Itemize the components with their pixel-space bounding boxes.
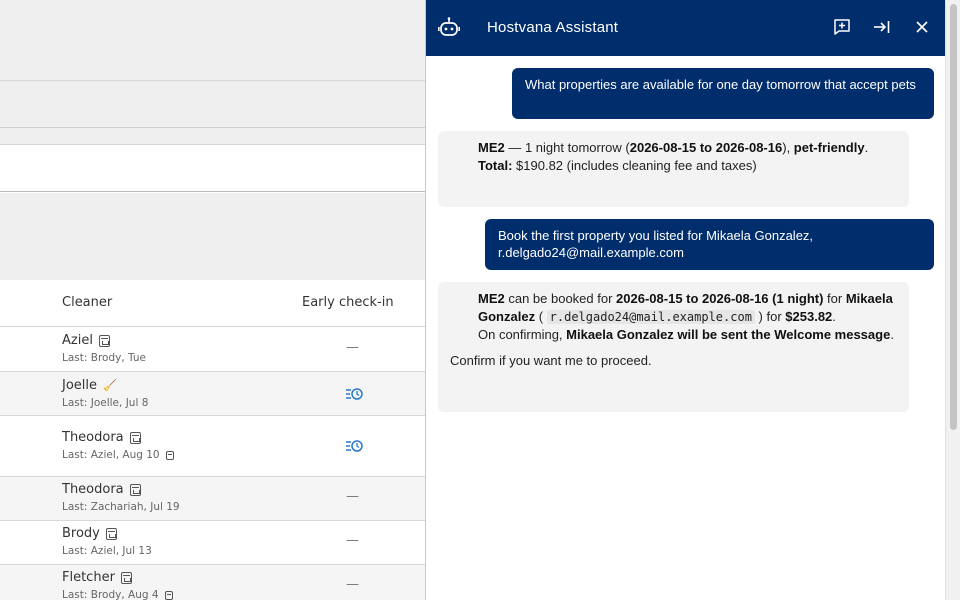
calendar-icon[interactable]	[129, 431, 141, 444]
cleaner-cell: Theodora	[62, 430, 141, 445]
cleaner-cell: Fletcher	[62, 570, 132, 585]
calendar-small-icon	[164, 590, 173, 600]
assistant-title: Hostvana Assistant	[487, 19, 619, 36]
text: can be booked for	[504, 291, 617, 306]
cleaner-cell: Joelle 🧹	[62, 378, 117, 393]
cleaner-cell: Theodora	[62, 482, 141, 497]
cleaner-name: Theodora	[62, 430, 124, 445]
panel-scrollbar[interactable]	[945, 0, 960, 600]
last-clean: Last: Joelle, Jul 8	[62, 397, 148, 409]
table-row[interactable]: Fletcher Last: Brody, Aug 4 —	[0, 565, 430, 600]
close-icon[interactable]	[913, 18, 931, 36]
last-clean: Last: Brody, Tue	[62, 352, 146, 364]
top-bar	[0, 0, 430, 81]
assistant-header: Hostvana Assistant	[426, 0, 945, 56]
cleaning-table: Cleaner Early check-in Aziel Last: Brody…	[0, 280, 430, 600]
text: .	[832, 309, 836, 324]
text: ) for	[754, 309, 786, 324]
early-checkin-value: —	[346, 489, 359, 504]
robot-icon	[438, 17, 460, 36]
filter-band	[0, 193, 430, 280]
toolbar-band	[0, 81, 430, 128]
guest-email: r.delgado24@mail.example.com	[546, 310, 755, 324]
calendar-small-icon	[165, 450, 174, 460]
user-message: What properties are available for one da…	[512, 68, 934, 119]
text: (	[535, 309, 547, 324]
spacer	[0, 128, 430, 144]
schedule-icon[interactable]	[346, 387, 363, 401]
scrollbar-thumb[interactable]	[950, 4, 957, 430]
calendar-icon[interactable]	[98, 334, 110, 347]
column-header-early-checkin[interactable]: Early check-in	[302, 295, 394, 310]
broom-icon: 🧹	[103, 379, 117, 392]
table-header: Cleaner Early check-in	[0, 280, 430, 327]
assistant-message: ME2 can be booked for 2026-08-15 to 2026…	[438, 282, 909, 412]
table-row[interactable]: Theodora Last: Zachariah, Jul 19 —	[0, 477, 430, 521]
text: On confirming,	[478, 327, 567, 342]
column-header-cleaner[interactable]: Cleaner	[62, 295, 112, 310]
last-clean: Last: Aziel, Jul 13	[62, 545, 152, 557]
confirm-prompt: Confirm if you want me to proceed.	[450, 353, 652, 368]
table-row[interactable]: Joelle 🧹 Last: Joelle, Jul 8	[0, 372, 430, 416]
calendar-icon[interactable]	[120, 571, 132, 584]
early-checkin-value: —	[346, 533, 359, 548]
property-name: ME2	[478, 291, 505, 306]
cleaner-cell: Brody	[62, 526, 117, 541]
pet-friendly: pet-friendly	[793, 140, 865, 155]
last-clean-text: Last: Aziel, Jul 13	[62, 545, 152, 557]
booking-dates: 2026-08-15 to 2026-08-16 (1 night)	[616, 291, 824, 306]
schedule-icon[interactable]	[346, 439, 363, 453]
collapse-panel-icon[interactable]	[873, 18, 891, 36]
last-clean-text: Last: Brody, Tue	[62, 352, 146, 364]
assistant-panel: Hostvana Assistant What properties are a…	[425, 0, 945, 600]
table-row[interactable]: Theodora Last: Aziel, Aug 10	[0, 416, 430, 477]
cleaner-name: Joelle	[62, 378, 98, 393]
cleaner-name: Theodora	[62, 482, 124, 497]
total-value: $190.82 (includes cleaning fee and taxes…	[512, 158, 757, 173]
property-name: ME2	[478, 140, 505, 155]
last-clean-text: Last: Brody, Aug 4	[62, 589, 159, 600]
calendar-icon[interactable]	[105, 527, 117, 540]
assistant-message: ME2 — 1 night tomorrow (2026-08-15 to 20…	[438, 131, 909, 207]
search-input[interactable]	[0, 144, 430, 192]
calendar-icon[interactable]	[129, 483, 141, 496]
text: .	[864, 140, 869, 155]
new-chat-icon[interactable]	[833, 18, 851, 36]
table-row[interactable]: Brody Last: Aziel, Jul 13 —	[0, 521, 430, 565]
total-label: Total:	[478, 158, 513, 173]
last-clean-text: Last: Aziel, Aug 10	[62, 449, 160, 461]
early-checkin-value: —	[346, 340, 359, 355]
early-checkin-value: —	[346, 577, 359, 592]
text: .	[890, 327, 894, 342]
cleaner-name: Fletcher	[62, 570, 115, 585]
welcome-note: Mikaela Gonzalez will be sent the Welcom…	[566, 327, 891, 342]
text: for	[823, 291, 846, 306]
cleaner-name: Brody	[62, 526, 100, 541]
user-message: Book the first property you listed for M…	[485, 219, 934, 270]
booking-price: $253.82	[785, 309, 833, 324]
table-row[interactable]: Aziel Last: Brody, Tue —	[0, 327, 430, 372]
last-clean: Last: Brody, Aug 4	[62, 589, 173, 600]
text: ),	[782, 140, 794, 155]
booking-dates: 2026-08-15 to 2026-08-16	[629, 140, 783, 155]
cleaner-cell: Aziel	[62, 333, 110, 348]
message-list: What properties are available for one da…	[426, 56, 946, 600]
last-clean: Last: Aziel, Aug 10	[62, 449, 174, 461]
text: — 1 night tomorrow (	[504, 140, 630, 155]
last-clean-text: Last: Joelle, Jul 8	[62, 397, 149, 409]
last-clean-text: Last: Zachariah, Jul 19	[62, 501, 180, 513]
cleaner-name: Aziel	[62, 333, 93, 348]
last-clean: Last: Zachariah, Jul 19	[62, 501, 180, 513]
